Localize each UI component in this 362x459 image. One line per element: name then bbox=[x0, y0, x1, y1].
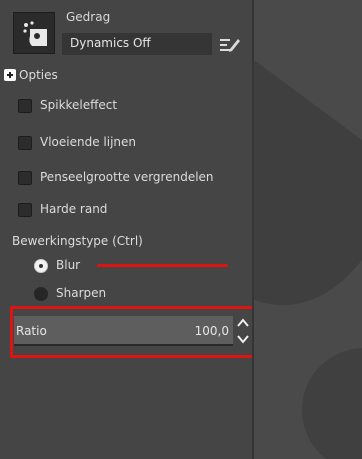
ratio-spin-scale[interactable]: Ratio 100,0 bbox=[14, 316, 233, 346]
chevron-up-icon[interactable] bbox=[235, 316, 251, 331]
checkbox-label: Penseelgrootte vergrendelen bbox=[40, 170, 214, 184]
ratio-label: Ratio bbox=[16, 324, 47, 338]
dynamics-select[interactable]: Dynamics Off bbox=[62, 33, 212, 55]
checkbox-box[interactable] bbox=[18, 99, 32, 113]
options-label: Opties bbox=[19, 68, 58, 82]
radio-button-selected[interactable] bbox=[34, 259, 48, 273]
dynamics-label: Gedrag bbox=[66, 10, 111, 24]
image-canvas[interactable] bbox=[254, 0, 362, 459]
checkbox-label: Spikkeleffect bbox=[40, 98, 118, 112]
checkbox-box[interactable] bbox=[18, 136, 32, 150]
radio-label: Sharpen bbox=[56, 286, 107, 300]
checkbox-box[interactable] bbox=[18, 171, 32, 185]
plus-badge-icon bbox=[4, 69, 16, 81]
checkbox-box[interactable] bbox=[18, 203, 32, 217]
radio-label: Blur bbox=[56, 258, 81, 272]
annotation-underline bbox=[97, 264, 228, 267]
checkbox-label: Harde rand bbox=[40, 202, 108, 216]
brush-preview-icon[interactable] bbox=[13, 12, 55, 54]
ratio-value: 100,0 bbox=[194, 324, 229, 338]
chevron-down-icon[interactable] bbox=[235, 331, 251, 346]
radio-button[interactable] bbox=[34, 287, 48, 301]
dynamics-value: Dynamics Off bbox=[70, 36, 151, 50]
edit-dynamics-icon[interactable] bbox=[218, 35, 242, 53]
tool-options-panel: Gedrag Dynamics Off Opties Spikkeleffect… bbox=[0, 0, 294, 459]
convolve-type-title: Bewerkingstype (Ctrl) bbox=[12, 234, 143, 248]
checkbox-label: Vloeiende lijnen bbox=[40, 135, 136, 149]
ratio-spinner[interactable] bbox=[235, 316, 251, 346]
